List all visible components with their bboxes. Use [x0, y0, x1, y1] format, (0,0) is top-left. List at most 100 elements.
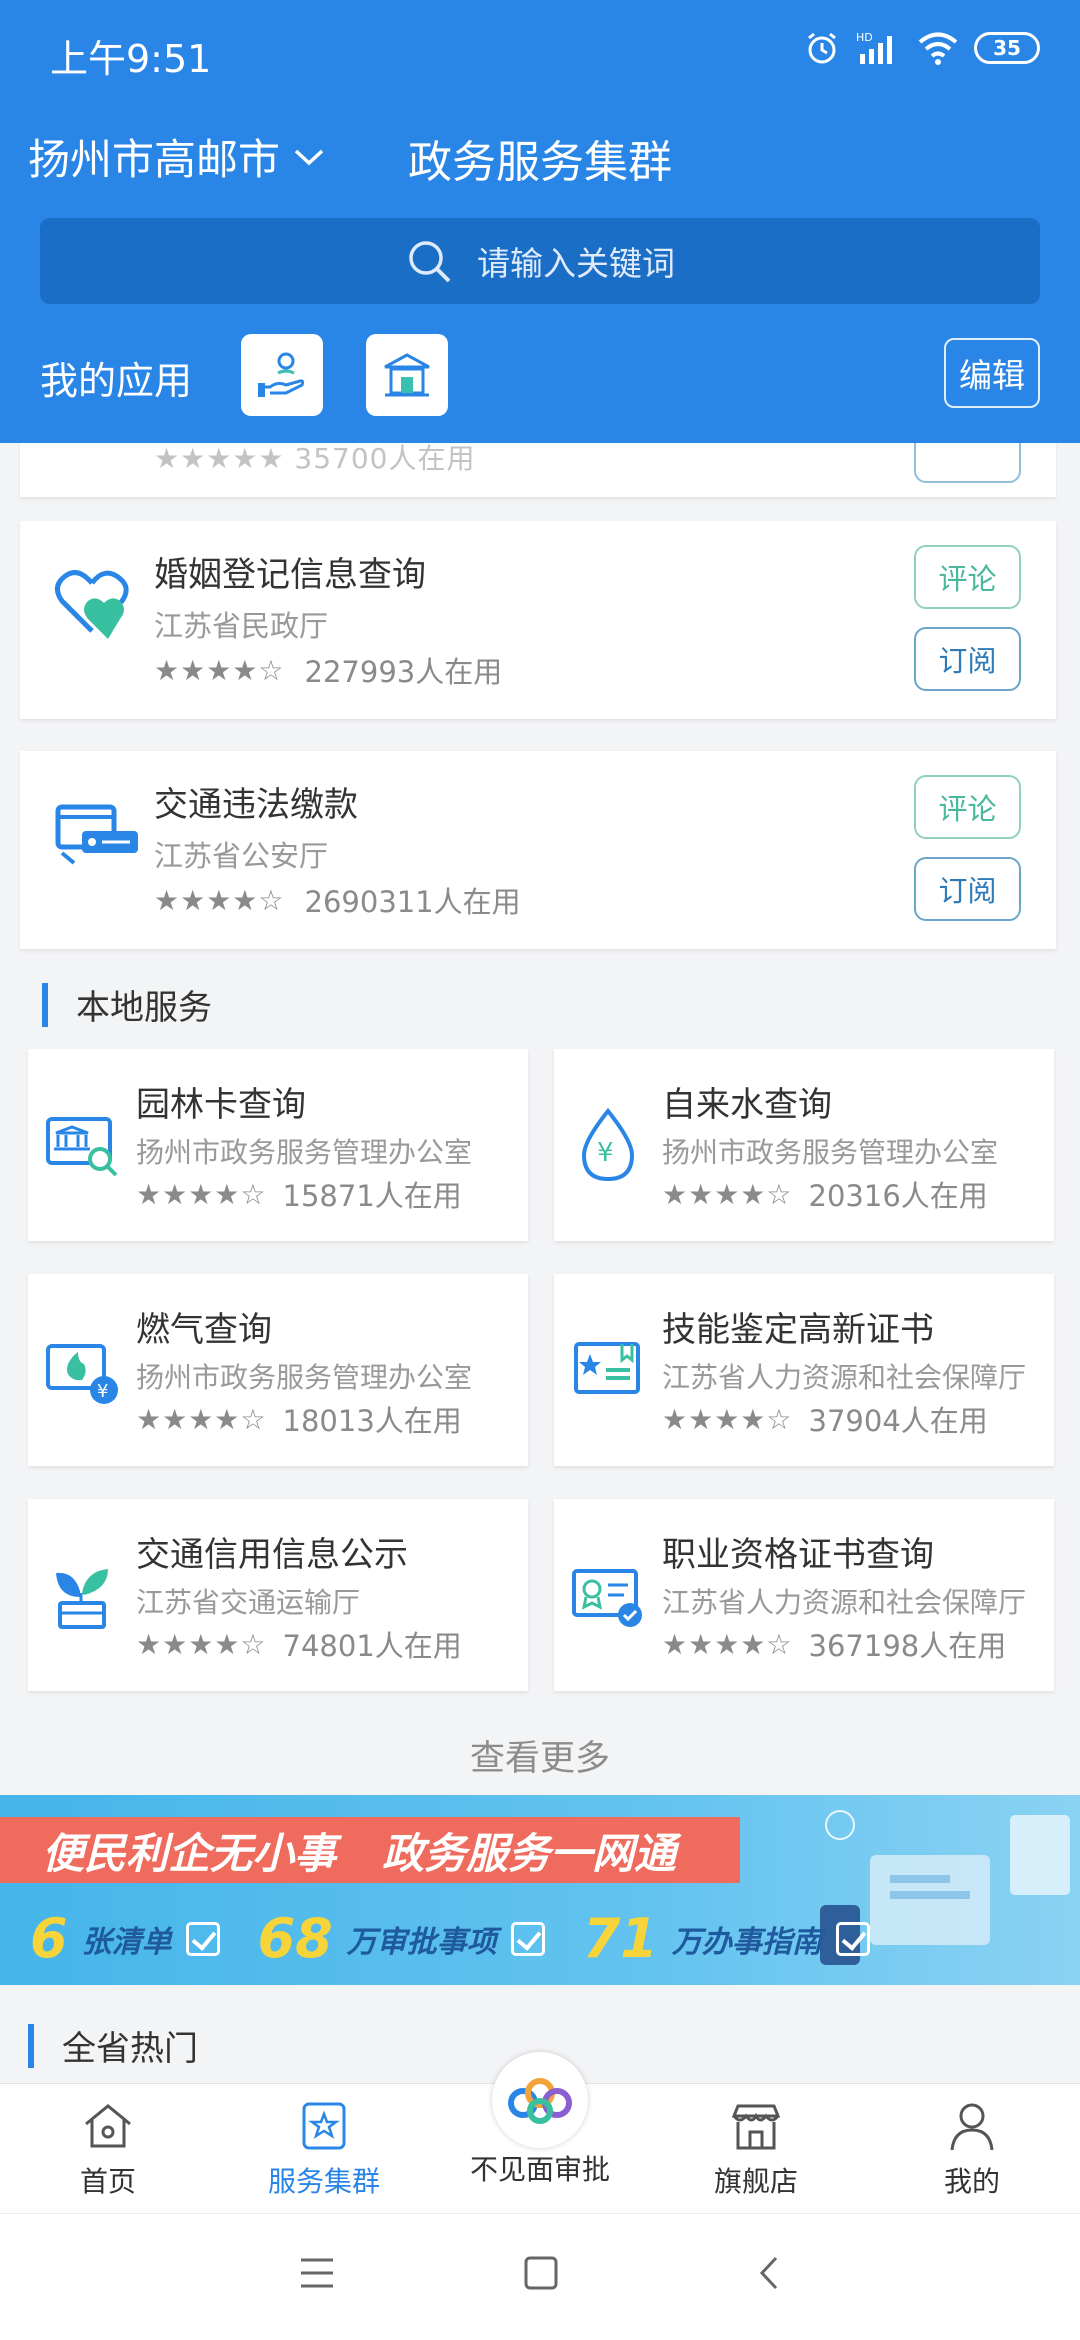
nav-flagship-store[interactable]: 旗舰店	[648, 2098, 864, 2200]
store-icon	[731, 2104, 781, 2150]
city-selector[interactable]: 扬州市高邮市	[28, 126, 326, 187]
rating-stars: ★★★★☆	[136, 1402, 267, 1436]
slogan-left: 便民利企无小事	[42, 1828, 337, 1878]
chevron-down-icon	[294, 149, 324, 165]
nav-no-meeting-approval[interactable]: 不见面审批	[432, 2148, 648, 2188]
service-name: 燃气查询	[136, 1310, 272, 1350]
section-accent-bar	[28, 2023, 34, 2068]
hand-service-icon	[258, 352, 305, 397]
nav-label: 首页	[79, 2165, 136, 2198]
promo-banner[interactable]: 便民利企无小事 政务服务一网通 6 张清单 68 万审批事项 71 万办事指南	[0, 1795, 1080, 1985]
service-users: 15871人在用	[282, 1179, 462, 1213]
local-service-card[interactable]: 园林卡查询 扬州市政务服务管理办公室 ★★★★☆ 15871人在用	[28, 1049, 528, 1241]
my-apps-label: 我的应用	[40, 359, 193, 403]
service-rating: ★★★★☆ 227993人在用	[154, 649, 502, 691]
slogan-right: 政务服务一网通	[382, 1828, 677, 1878]
signal-icon: HD	[856, 31, 892, 64]
svg-text:HD: HD	[856, 31, 873, 44]
alarm-icon	[808, 32, 836, 64]
service-dept: 扬州市政务服务管理办公室	[136, 1361, 473, 1394]
traffic-fine-icon	[55, 804, 138, 865]
search-icon	[409, 241, 451, 283]
partial-card-users: ★★★★★ 35700人在用	[154, 443, 476, 475]
local-service-card[interactable]: ¥ 燃气查询 扬州市政务服务管理办公室 ★★★★☆ 18013人在用	[28, 1274, 528, 1466]
rating-stars: ★★★★☆	[136, 1177, 267, 1211]
service-rating: ★★★★☆ 367198人在用	[662, 1623, 1006, 1665]
service-name: 自来水查询	[662, 1085, 832, 1125]
partial-service-card[interactable]: ★★★★★ 35700人在用	[20, 443, 1056, 497]
subscribe-button[interactable]: 订阅	[914, 857, 1021, 921]
rating-stars: ★★★★☆	[662, 1177, 793, 1211]
back-icon[interactable]	[754, 2254, 784, 2292]
gas-flame-icon: ¥	[46, 1344, 118, 1404]
section-title: 全省热门	[62, 2029, 198, 2069]
service-rating: ★★★★☆ 2690311人在用	[154, 879, 521, 921]
garden-card-icon	[46, 1117, 118, 1177]
service-rating: ★★★★☆ 18013人在用	[136, 1398, 462, 1440]
service-rating: ★★★★☆ 15871人在用	[136, 1173, 462, 1215]
nav-label: 旗舰店	[713, 2165, 798, 2198]
service-content: ★★★★★ 35700人在用 婚姻登记信息查询 江苏省民政厅 ★★★★☆ 227…	[0, 443, 1080, 2083]
service-users: 2690311人在用	[304, 885, 521, 919]
nav-label: 不见面审批	[469, 2153, 610, 2186]
service-users: 227993人在用	[304, 655, 503, 689]
bottom-nav: 首页 服务集群 不见面审批 旗舰店 我的	[0, 2052, 1080, 2213]
service-rating: ★★★★☆ 37904人在用	[662, 1398, 988, 1440]
service-dept: 扬州市政务服务管理办公室	[662, 1136, 999, 1169]
svg-text:¥: ¥	[597, 1138, 614, 1168]
stat-number: 71	[582, 1907, 658, 1970]
stat-label: 万审批事项	[346, 1924, 497, 1960]
nav-mine[interactable]: 我的	[864, 2098, 1080, 2200]
page-title: 政务服务集群	[408, 137, 672, 188]
local-service-card[interactable]: ¥ 自来水查询 扬州市政务服务管理办公室 ★★★★☆ 20316人在用	[554, 1049, 1054, 1241]
rating-stars: ★★★★☆	[662, 1627, 793, 1661]
section-title: 本地服务	[76, 988, 212, 1028]
certificate-icon	[574, 1342, 640, 1394]
menu-icon[interactable]	[298, 2256, 336, 2290]
my-app-service-hand[interactable]	[241, 334, 323, 416]
subscribe-button[interactable]: 订阅	[914, 627, 1021, 691]
rating-stars: ★★★★☆	[154, 653, 285, 687]
approval-logo-icon	[508, 2078, 572, 2124]
checkbox-icon	[835, 1921, 870, 1956]
service-rating: ★★★★☆ 20316人在用	[662, 1173, 988, 1215]
service-name: 职业资格证书查询	[662, 1535, 934, 1575]
local-services-heading: 本地服务	[42, 980, 212, 1029]
see-more-link[interactable]: 查看更多	[0, 1730, 1080, 1781]
search-placeholder: 请输入关键词	[477, 244, 675, 283]
section-accent-bar	[42, 982, 48, 1027]
rating-stars: ★★★★☆	[136, 1627, 267, 1661]
service-name: 交通信用信息公示	[136, 1535, 408, 1575]
search-input[interactable]: 请输入关键词	[40, 218, 1040, 304]
stat-label: 万办事指南	[671, 1924, 822, 1960]
local-service-card[interactable]: 职业资格证书查询 江苏省人力资源和社会保障厅 ★★★★☆ 367198人在用	[554, 1499, 1054, 1691]
service-name: 技能鉴定高新证书	[662, 1310, 934, 1350]
nav-home[interactable]: 首页	[0, 2098, 216, 2200]
city-name: 扬州市高邮市	[28, 135, 281, 184]
service-card-marriage[interactable]: 婚姻登记信息查询 江苏省民政厅 ★★★★☆ 227993人在用 评论 订阅	[20, 521, 1056, 719]
service-users: 74801人在用	[282, 1629, 462, 1663]
comment-button[interactable]: 评论	[914, 545, 1021, 609]
battery-indicator: 35	[974, 32, 1040, 64]
government-building-icon	[384, 353, 430, 397]
banner-slogan: 便民利企无小事 政务服务一网通	[0, 1817, 740, 1883]
status-bar: 上午9:51 HD 35	[0, 0, 1080, 104]
local-service-card[interactable]: 技能鉴定高新证书 江苏省人力资源和社会保障厅 ★★★★☆ 37904人在用	[554, 1274, 1054, 1466]
system-navigation-bar	[0, 2213, 1080, 2340]
home-square-icon[interactable]	[522, 2254, 560, 2292]
service-dept: 江苏省民政厅	[154, 609, 329, 643]
stat-number: 68	[257, 1907, 333, 1970]
comment-button[interactable]: 评论	[914, 775, 1021, 839]
home-icon	[85, 2104, 131, 2148]
service-card-traffic-fine[interactable]: 交通违法缴款 江苏省公安厅 ★★★★☆ 2690311人在用 评论 订阅	[20, 751, 1056, 949]
partial-card-button[interactable]	[914, 443, 1021, 483]
my-app-building[interactable]	[366, 334, 448, 416]
edit-button[interactable]: 编辑	[944, 338, 1040, 408]
nav-service-cluster[interactable]: 服务集群	[216, 2098, 432, 2200]
local-service-card[interactable]: 交通信用信息公示 江苏省交通运输厅 ★★★★☆ 74801人在用	[28, 1499, 528, 1691]
svg-text:¥: ¥	[97, 1381, 108, 1402]
stat-label: 张清单	[81, 1924, 172, 1960]
wifi-icon	[918, 32, 958, 65]
approval-center-button[interactable]	[492, 2052, 588, 2148]
service-users: 20316人在用	[808, 1179, 988, 1213]
